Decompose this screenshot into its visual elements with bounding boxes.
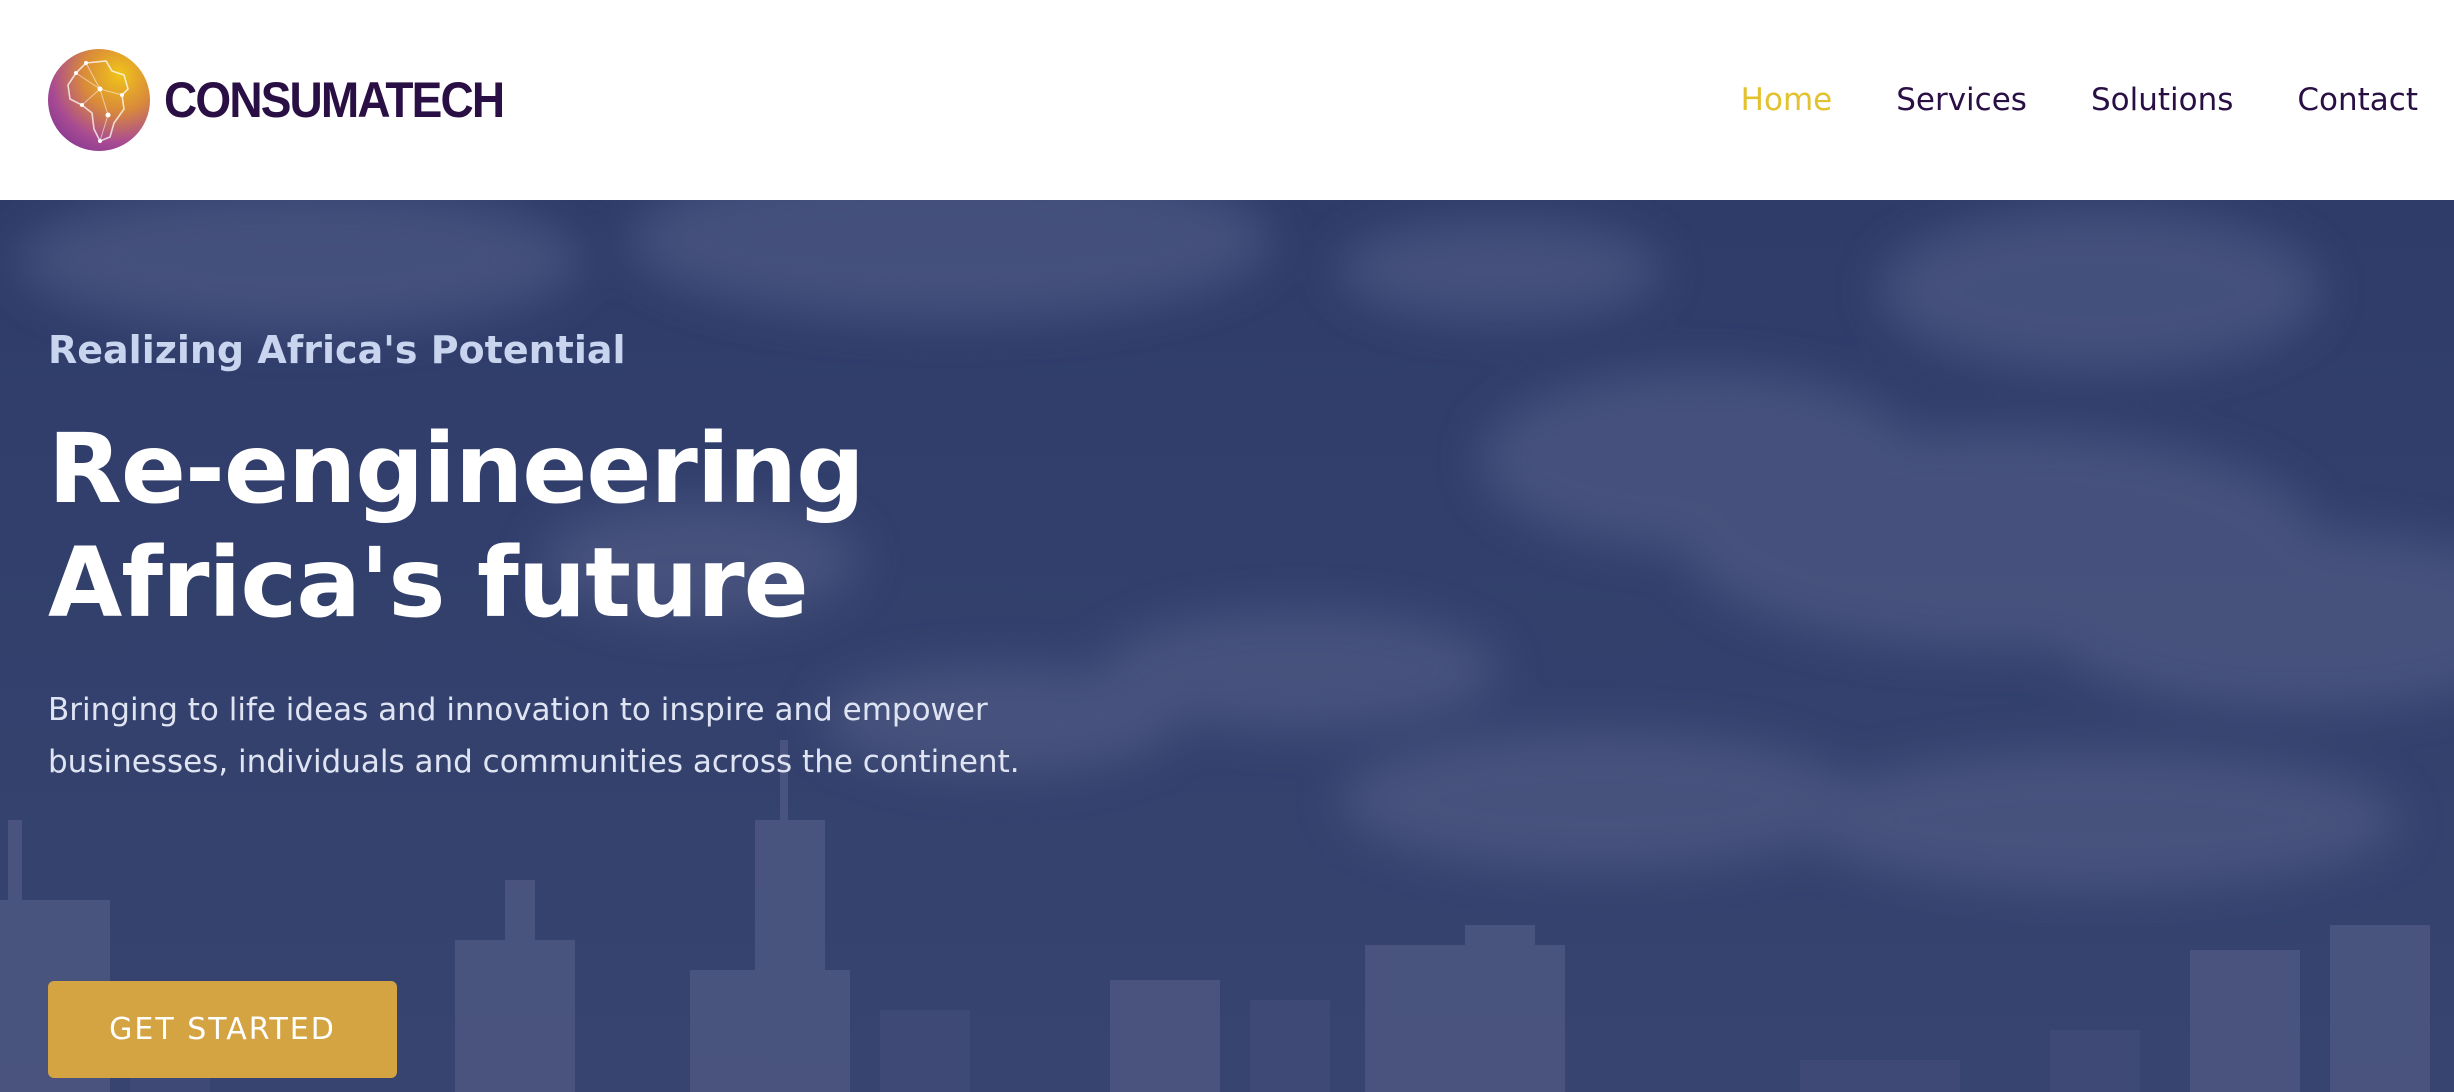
hero-headline: Re-engineering Africa's future [48,412,1048,640]
brand[interactable]: CONSUMATECH [48,49,533,151]
hero-section: Realizing Africa's Potential Re-engineer… [0,200,2454,1092]
hero-headline-line-1: Re-engineering [48,413,865,525]
nav-item-home[interactable]: Home [1741,82,1833,118]
brand-name: CONSUMATECH [164,72,505,128]
get-started-button[interactable]: GET STARTED [48,981,397,1078]
site-header: CONSUMATECH Home Services Solutions Cont… [0,0,2454,200]
hero-subtext-line-2: businesses, individuals and communities … [48,744,1020,780]
main-nav: Home Services Solutions Contact [1741,82,2418,118]
nav-item-contact[interactable]: Contact [2297,82,2418,118]
nav-item-services[interactable]: Services [1896,82,2027,118]
hero-subtext: Bringing to life ideas and innovation to… [48,684,1048,788]
nav-item-solutions[interactable]: Solutions [2091,82,2233,118]
africa-map-logo-icon [48,49,150,151]
hero-subtext-line-1: Bringing to life ideas and innovation to… [48,692,988,728]
hero-headline-line-2: Africa's future [48,527,809,639]
hero-eyebrow: Realizing Africa's Potential [48,328,626,372]
